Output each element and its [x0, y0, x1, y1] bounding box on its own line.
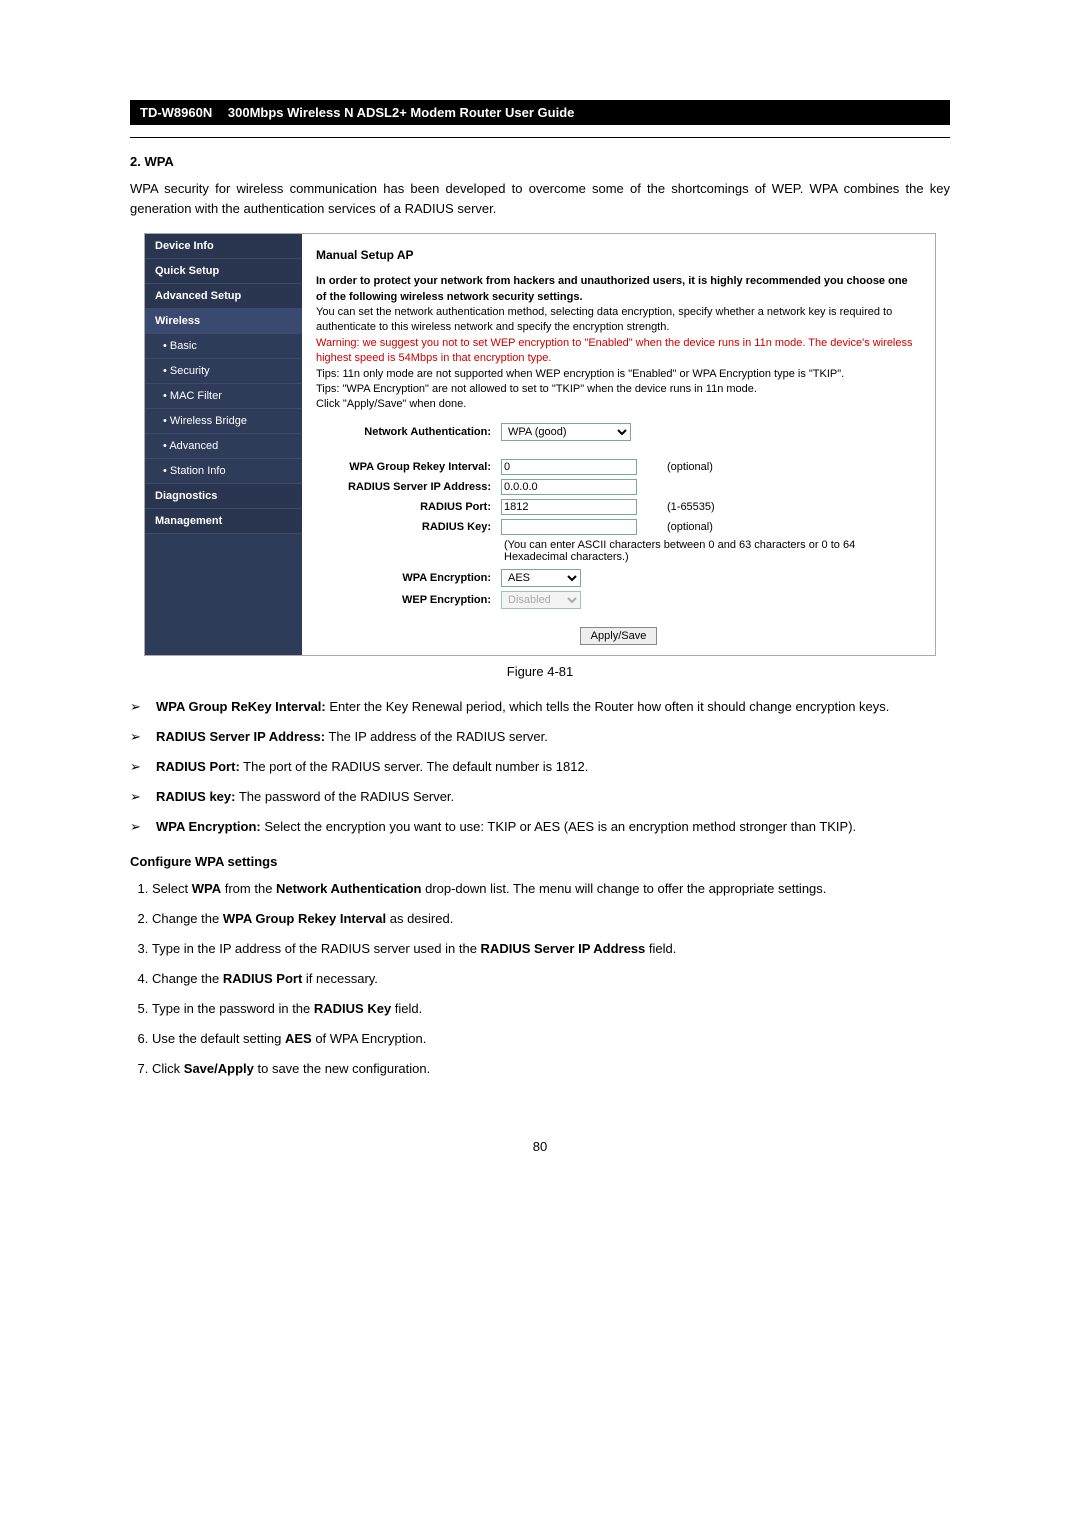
input-radius-port[interactable]: [501, 499, 637, 515]
sidebar-item-basic[interactable]: Basic: [145, 334, 302, 359]
bullet-item: ➢RADIUS Server IP Address: The IP addres…: [130, 727, 950, 747]
sidebar-item-mac-filter[interactable]: MAC Filter: [145, 384, 302, 409]
sidebar-item-wireless[interactable]: Wireless: [145, 309, 302, 334]
bullet-list: ➢WPA Group ReKey Interval: Enter the Key…: [130, 697, 950, 838]
input-radius-ip[interactable]: [501, 479, 637, 495]
suffix-radius-key-optional: (optional): [667, 521, 713, 533]
bullet-item: ➢RADIUS Port: The port of the RADIUS ser…: [130, 757, 950, 777]
page-number: 80: [130, 1139, 950, 1154]
sidebar-item-station-info[interactable]: Station Info: [145, 459, 302, 484]
label-radius-ip: RADIUS Server IP Address:: [316, 481, 501, 493]
steps-list: Select WPA from the Network Authenticati…: [130, 879, 950, 1080]
step-item: Use the default setting AES of WPA Encry…: [152, 1029, 950, 1049]
step-item: Type in the IP address of the RADIUS ser…: [152, 939, 950, 959]
step-item: Select WPA from the Network Authenticati…: [152, 879, 950, 899]
apply-save-button[interactable]: Apply/Save: [580, 627, 658, 645]
select-network-auth[interactable]: WPA (good): [501, 423, 631, 441]
button-row: Apply/Save: [316, 627, 921, 645]
hint-radius-key: (You can enter ASCII characters between …: [504, 539, 921, 563]
row-wpa-encryption: WPA Encryption: AES: [316, 569, 921, 587]
bullet-marker-icon: ➢: [130, 787, 156, 807]
header-rule: [130, 137, 950, 138]
input-rekey-interval[interactable]: [501, 459, 637, 475]
sidebar-item-security[interactable]: Security: [145, 359, 302, 384]
figure-caption: Figure 4-81: [130, 664, 950, 679]
step-item: Click Save/Apply to save the new configu…: [152, 1059, 950, 1079]
row-radius-key: RADIUS Key: (optional): [316, 519, 921, 535]
step-item: Change the RADIUS Port if necessary.: [152, 969, 950, 989]
bullet-item: ➢RADIUS key: The password of the RADIUS …: [130, 787, 950, 807]
sidebar-item-quick-setup[interactable]: Quick Setup: [145, 259, 302, 284]
document-page: TD-W8960N 300Mbps Wireless N ADSL2+ Mode…: [0, 0, 1080, 1194]
row-network-auth: Network Authentication: WPA (good): [316, 423, 921, 441]
sidebar-item-wireless-bridge[interactable]: Wireless Bridge: [145, 409, 302, 434]
configure-heading: Configure WPA settings: [130, 854, 950, 869]
bullet-item: ➢WPA Encryption: Select the encryption y…: [130, 817, 950, 837]
input-radius-key[interactable]: [501, 519, 637, 535]
label-wep-encryption: WEP Encryption:: [316, 594, 501, 606]
intro-paragraph: WPA security for wireless communication …: [130, 179, 950, 219]
sidebar-item-device-info[interactable]: Device Info: [145, 234, 302, 259]
doc-title: 300Mbps Wireless N ADSL2+ Modem Router U…: [228, 105, 575, 120]
section-heading: 2. WPA: [130, 154, 950, 169]
bullet-marker-icon: ➢: [130, 817, 156, 837]
sidebar-nav: Device Info Quick Setup Advanced Setup W…: [145, 234, 302, 655]
panel-intro: In order to protect your network from ha…: [316, 274, 921, 413]
select-wep-encryption: Disabled: [501, 591, 581, 609]
row-radius-port: RADIUS Port: (1-65535): [316, 499, 921, 515]
label-rekey-interval: WPA Group Rekey Interval:: [316, 461, 501, 473]
step-item: Change the WPA Group Rekey Interval as d…: [152, 909, 950, 929]
panel-title: Manual Setup AP: [316, 248, 921, 262]
row-radius-ip: RADIUS Server IP Address:: [316, 479, 921, 495]
step-item: Type in the password in the RADIUS Key f…: [152, 999, 950, 1019]
warning-text: Warning: we suggest you not to set WEP e…: [316, 337, 913, 364]
bullet-marker-icon: ➢: [130, 727, 156, 747]
label-radius-port: RADIUS Port:: [316, 501, 501, 513]
model-number: TD-W8960N: [140, 105, 212, 120]
suffix-rekey-optional: (optional): [667, 461, 713, 473]
select-wpa-encryption[interactable]: AES: [501, 569, 581, 587]
bullet-marker-icon: ➢: [130, 697, 156, 717]
row-wep-encryption: WEP Encryption: Disabled: [316, 591, 921, 609]
sidebar-item-advanced-setup[interactable]: Advanced Setup: [145, 284, 302, 309]
header-bar: TD-W8960N 300Mbps Wireless N ADSL2+ Mode…: [130, 100, 950, 125]
label-network-auth: Network Authentication:: [316, 426, 501, 438]
bullet-marker-icon: ➢: [130, 757, 156, 777]
sidebar-item-diagnostics[interactable]: Diagnostics: [145, 484, 302, 509]
row-rekey-interval: WPA Group Rekey Interval: (optional): [316, 459, 921, 475]
main-panel: Manual Setup AP In order to protect your…: [302, 234, 935, 655]
sidebar-item-advanced[interactable]: Advanced: [145, 434, 302, 459]
sidebar-item-management[interactable]: Management: [145, 509, 302, 534]
router-ui-screenshot: Device Info Quick Setup Advanced Setup W…: [144, 233, 936, 656]
label-radius-key: RADIUS Key:: [316, 521, 501, 533]
suffix-radius-port-range: (1-65535): [667, 501, 715, 513]
label-wpa-encryption: WPA Encryption:: [316, 572, 501, 584]
bullet-item: ➢WPA Group ReKey Interval: Enter the Key…: [130, 697, 950, 717]
